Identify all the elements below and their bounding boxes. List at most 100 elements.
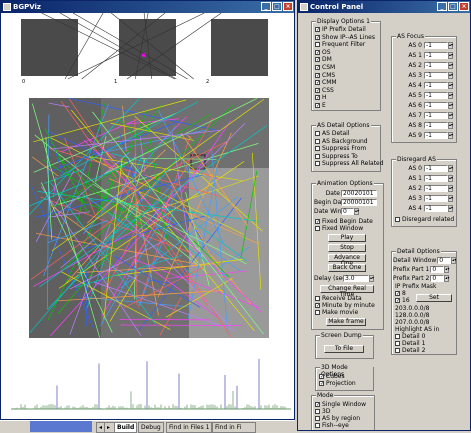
as-focus-spinner-2[interactable]: ▴▾ [448,62,453,69]
make-frame-button[interactable]: Make frame [326,318,366,326]
as-focus-input-9[interactable]: -1 [424,132,448,139]
as-detail-checkbox-1[interactable]: AS Background [315,138,368,145]
as-detail-checkbox-4[interactable]: Suppress All Related [315,160,384,167]
set-button[interactable]: Set [416,294,452,302]
date-input[interactable]: 20020101 [341,190,377,197]
as-focus-input-6[interactable]: -1 [424,102,448,109]
as-detail-check-0[interactable] [315,131,320,136]
mode-check-1[interactable] [315,409,320,414]
make-movie-check[interactable] [315,310,320,315]
play-button[interactable]: Play [328,234,366,242]
as-detail-checkbox-3[interactable]: Suppress To [315,153,358,160]
as-focus-input-2[interactable]: -1 [424,62,448,69]
bgpviz-titlebar[interactable]: BGPViz _ □ × [1,1,294,13]
delay-input[interactable]: 3.0 [343,275,369,282]
detail-level-check-2[interactable] [395,348,400,353]
detail-level-check-0[interactable] [395,334,400,339]
minute-by-minute-checkbox[interactable]: ✓ Minute by minute [315,302,375,309]
disregard-related-checkbox[interactable]: Disregard related [395,216,454,223]
date-window-spinner[interactable]: ▴▾ [354,208,359,215]
to-file-button[interactable]: To File [324,345,364,353]
as-detail-check-2[interactable] [315,146,320,151]
receive-data-checkbox[interactable]: Receive Data [315,295,362,302]
mode3d-check-0[interactable]: ✓ [319,374,324,379]
detail-level-checkbox-0[interactable]: Detail 0 [395,333,425,340]
tab-find-in-files-2[interactable]: Find in Fi [212,422,256,433]
close-icon[interactable]: × [283,2,293,11]
mode3d-checkbox-0[interactable]: ✓Cubes [319,373,345,380]
display-option-checkbox-2[interactable]: Frequent Filter [315,41,365,48]
as-focus-input-8[interactable]: -1 [424,122,448,129]
advance-one-button[interactable]: Advance One [328,254,366,262]
display-option-checkbox-5[interactable]: ✓CSM [315,64,335,71]
as-focus-input-3[interactable]: -1 [424,72,448,79]
delay-spinner[interactable]: ▴▾ [369,275,374,282]
display-option-check-1[interactable]: ✓ [315,35,320,40]
maximize-icon[interactable]: □ [448,2,458,11]
tab-build[interactable]: Build [114,422,137,433]
detail-window-input[interactable]: 0 [437,257,451,264]
as-focus-input-0[interactable]: -1 [424,42,448,49]
display-option-check-2[interactable] [315,42,320,47]
mode3d-checkbox-1[interactable]: ✓Projection [319,380,356,387]
stop-button[interactable]: Stop [328,244,366,252]
display-option-check-4[interactable]: ✓ [315,57,320,62]
display-option-check-5[interactable]: ✓ [315,65,320,70]
detail-level-checkbox-2[interactable]: Detail 2 [395,347,425,354]
as-focus-spinner-0[interactable]: ▴▾ [448,42,453,49]
mask-16-checkbox[interactable]: ✓ 16 [395,297,410,304]
as-focus-input-5[interactable]: -1 [424,92,448,99]
as-detail-checkbox-2[interactable]: Suppress From [315,145,366,152]
disregard-as-spinner-1[interactable]: ▴▾ [448,175,453,182]
as-detail-check-4[interactable] [315,161,320,166]
as-focus-spinner-1[interactable]: ▴▾ [448,52,453,59]
minimize-icon[interactable]: _ [437,2,447,11]
display-option-checkbox-9[interactable]: ✓H [315,94,327,101]
as-focus-spinner-6[interactable]: ▴▾ [448,102,453,109]
display-option-checkbox-1[interactable]: ✓Show IP--AS Lines [315,34,375,41]
mask-8-check[interactable]: ✓ [395,291,400,296]
display-option-checkbox-7[interactable]: ✓CMM [315,79,337,86]
display-option-check-0[interactable]: ✓ [315,27,320,32]
date-window-input[interactable]: 0 [341,208,354,215]
detail-level-check-1[interactable] [395,341,400,346]
disregard-as-spinner-4[interactable]: ▴▾ [448,205,453,212]
prefix-part1-spinner[interactable]: ▴▾ [444,266,449,273]
fixed-begin-date-checkbox[interactable]: ✓ Fixed Begin Date [315,218,373,225]
display-option-check-8[interactable]: ✓ [315,88,320,93]
prefix-part2-input[interactable]: 0 [430,275,444,282]
make-movie-checkbox[interactable]: Make movie [315,309,358,316]
tab-debug[interactable]: Debug [138,422,164,433]
disregard-as-spinner-0[interactable]: ▴▾ [448,165,453,172]
mask-16-check[interactable]: ✓ [395,298,400,303]
disregard-as-spinner-3[interactable]: ▴▾ [448,195,453,202]
detail-window-spinner[interactable]: ▴▾ [451,257,456,264]
disregard-as-input-4[interactable]: -1 [424,205,448,212]
prefix-part2-spinner[interactable]: ▴▾ [444,275,449,282]
as-detail-checkbox-0[interactable]: AS Detail [315,130,350,137]
disregard-as-spinner-2[interactable]: ▴▾ [448,185,453,192]
display-option-checkbox-3[interactable]: ✓OS [315,49,331,56]
mode-checkbox-2[interactable]: AS by region [315,415,360,422]
fixed-window-check[interactable] [315,226,320,231]
as-focus-input-4[interactable]: -1 [424,82,448,89]
mode-check-3[interactable] [315,423,320,428]
detail-level-checkbox-1[interactable]: Detail 1 [395,340,425,347]
mode-check-2[interactable] [315,416,320,421]
disregard-as-input-0[interactable]: -1 [424,165,448,172]
minimize-icon[interactable]: _ [261,2,271,11]
as-focus-input-7[interactable]: -1 [424,112,448,119]
disregard-related-check[interactable] [395,217,400,222]
display-option-checkbox-6[interactable]: ✓CMS [315,72,335,79]
display-option-check-7[interactable]: ✓ [315,80,320,85]
disregard-as-input-3[interactable]: -1 [424,195,448,202]
mode-check-0[interactable]: ✓ [315,402,320,407]
as-detail-check-1[interactable] [315,139,320,144]
display-option-check-10[interactable]: ✓ [315,103,320,108]
receive-data-check[interactable] [315,296,320,301]
display-option-checkbox-4[interactable]: ✓DM [315,56,332,63]
mask-8-checkbox[interactable]: ✓ 8 [395,290,406,297]
bgp-visualization[interactable]: 0 1 2 [1,13,294,419]
display-option-checkbox-0[interactable]: ✓IP Prefix Detail [315,26,366,33]
as-focus-input-1[interactable]: -1 [424,52,448,59]
